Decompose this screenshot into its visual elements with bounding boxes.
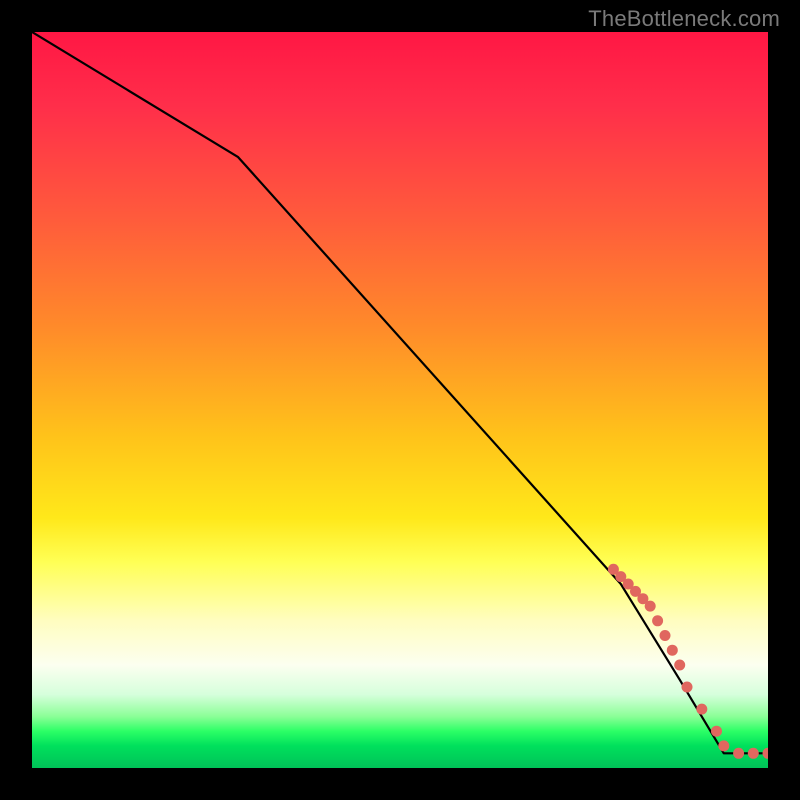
- marker-point: [718, 740, 729, 751]
- marker-point: [711, 726, 722, 737]
- marker-point: [608, 564, 619, 575]
- marker-point: [696, 704, 707, 715]
- marker-point: [674, 660, 685, 671]
- watermark-text: TheBottleneck.com: [588, 6, 780, 32]
- marker-point: [615, 571, 626, 582]
- plot-area: [32, 32, 768, 768]
- marker-point: [652, 615, 663, 626]
- bottleneck-curve: [32, 32, 768, 753]
- marker-point: [667, 645, 678, 656]
- marker-point: [682, 682, 693, 693]
- chart-frame: TheBottleneck.com: [0, 0, 800, 800]
- marker-point: [660, 630, 671, 641]
- marker-point: [645, 601, 656, 612]
- marker-point: [763, 748, 769, 759]
- chart-svg: [32, 32, 768, 768]
- markers-group: [608, 564, 768, 759]
- marker-point: [748, 748, 759, 759]
- marker-point: [733, 748, 744, 759]
- marker-point: [623, 579, 634, 590]
- marker-point: [630, 586, 641, 597]
- marker-point: [637, 593, 648, 604]
